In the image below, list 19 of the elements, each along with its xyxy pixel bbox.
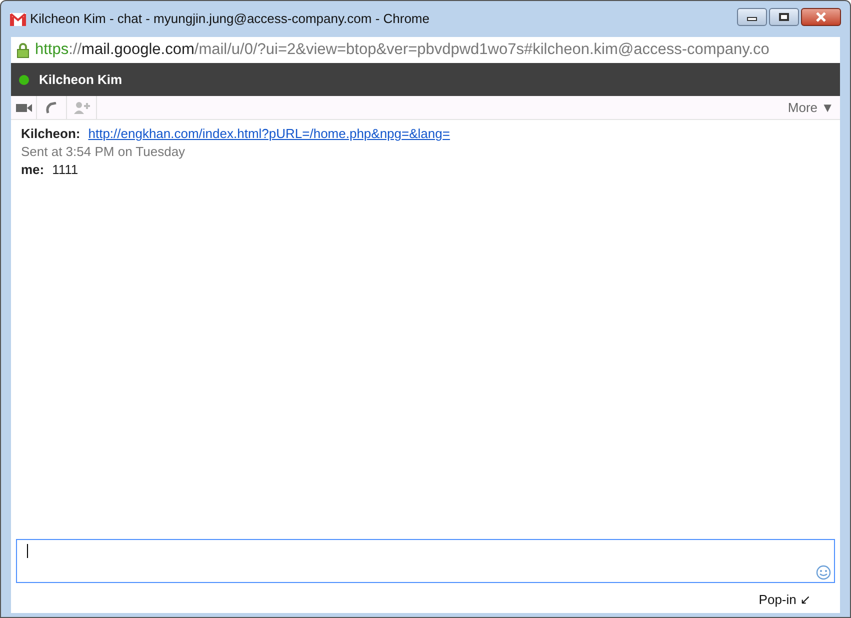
sender-name: Kilcheon:: [21, 125, 80, 143]
message-text: 1111: [52, 161, 78, 179]
url-text: https://mail.google.com/mail/u/0/?ui=2&view=btop&ver=pbvdpwd1wo7s#kilcheon.kim@access-company.co: [35, 40, 770, 60]
sender-name: me:: [21, 161, 44, 179]
maximize-button[interactable]: [769, 8, 799, 26]
address-bar[interactable]: https://mail.google.com/mail/u/0/?ui=2&view=btop&ver=pbvdpwd1wo7s#kilcheon.kim@access-company.co: [11, 37, 840, 63]
lock-icon: [17, 42, 29, 58]
window-title: Kilcheon Kim - chat - myungjin.jung@access-company.com - Chrome: [30, 10, 430, 28]
close-icon: [815, 12, 827, 22]
close-button[interactable]: [801, 8, 841, 26]
more-menu-button[interactable]: More ▼: [782, 96, 840, 119]
message-link[interactable]: http://engkhan.com/index.html?pURL=/home.php&npg=&lang=: [88, 125, 450, 143]
pop-in-button[interactable]: Pop-in ↙: [758, 590, 811, 609]
minimize-button[interactable]: [737, 8, 767, 26]
contact-name: Kilcheon Kim: [39, 70, 122, 89]
smiley-icon[interactable]: [816, 564, 831, 580]
message-timestamp: Sent at 3:54 PM on Tuesday: [21, 143, 186, 161]
message-input-field[interactable]: [16, 538, 835, 582]
gmail-logo-icon: [10, 12, 26, 26]
